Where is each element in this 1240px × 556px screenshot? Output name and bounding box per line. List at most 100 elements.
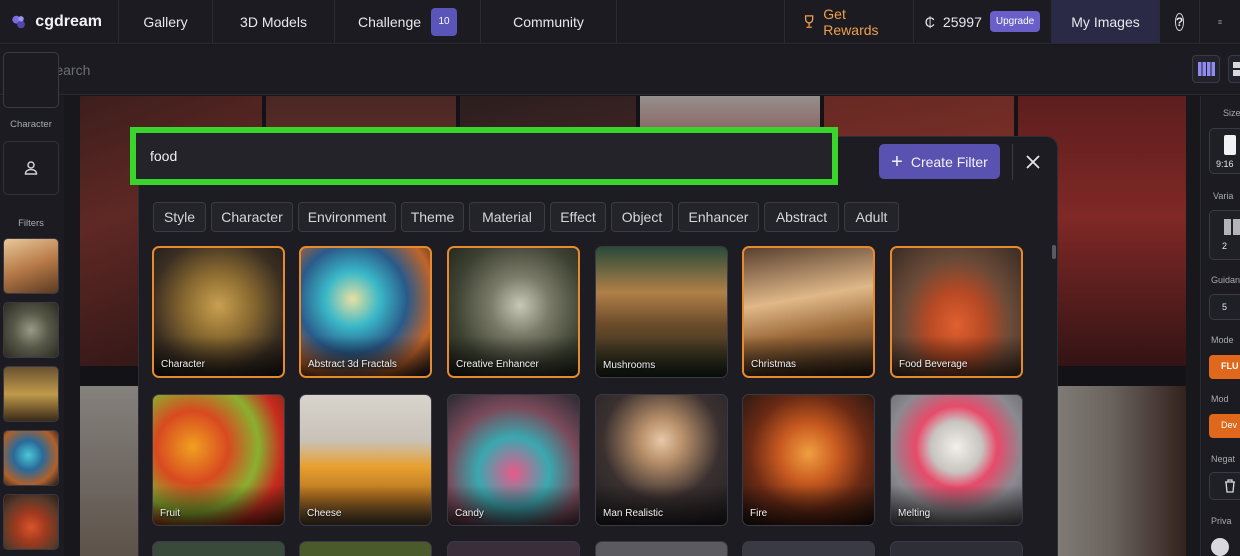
- filter-card-row3[interactable]: [890, 541, 1023, 556]
- filter-card-fire[interactable]: Fire: [742, 394, 875, 526]
- my-images-button[interactable]: My Images: [1052, 0, 1160, 43]
- privacy-toggle[interactable]: [1211, 538, 1229, 556]
- filter-card-row3[interactable]: [299, 541, 432, 556]
- tab-theme[interactable]: Theme: [401, 202, 464, 232]
- menu-button[interactable]: [1200, 0, 1240, 43]
- filter-card-label: Candy: [455, 508, 484, 519]
- filter-card-row3[interactable]: [595, 541, 728, 556]
- filter-card-label: Cheese: [307, 508, 342, 519]
- filter-card-row3[interactable]: [152, 541, 285, 556]
- filter-card-cheese[interactable]: Cheese: [299, 394, 432, 526]
- variations-label: Varia: [1213, 191, 1234, 201]
- card-shade: [744, 336, 873, 376]
- logo[interactable]: cgdream: [0, 0, 119, 43]
- model-selector[interactable]: FLU: [1209, 355, 1240, 379]
- filter-thumb-fractals[interactable]: [3, 430, 59, 486]
- privacy-label: Priva: [1211, 516, 1232, 526]
- filter-card-man-realistic[interactable]: Man Realistic: [595, 394, 728, 526]
- guidance-label: Guidan: [1211, 275, 1240, 285]
- credits-display: ₵ 25997 Upgrade: [914, 0, 1052, 43]
- filter-thumb-christmas[interactable]: [3, 238, 59, 294]
- sidebar-slot[interactable]: [3, 52, 59, 108]
- filter-card-label: Food Beverage: [899, 359, 968, 370]
- tab-effect[interactable]: Effect: [550, 202, 606, 232]
- nav-gallery[interactable]: Gallery: [119, 0, 213, 43]
- filter-card-fruit[interactable]: Fruit: [152, 394, 285, 526]
- tab-character[interactable]: Character: [211, 202, 293, 232]
- size-label: Size: [1223, 108, 1240, 118]
- variations-value: 2: [1222, 241, 1228, 251]
- filter-search-input[interactable]: [150, 133, 800, 179]
- tab-style[interactable]: Style: [153, 202, 206, 232]
- filter-card-food-beverage[interactable]: Food Beverage: [890, 246, 1023, 378]
- upgrade-button[interactable]: Upgrade: [989, 11, 1041, 32]
- variations-grid: [1224, 219, 1240, 235]
- filter-card-label: Abstract 3d Fractals: [308, 359, 397, 370]
- tab-adult[interactable]: Adult: [844, 202, 899, 232]
- filter-card-row3[interactable]: [742, 541, 875, 556]
- nav-community[interactable]: Community: [481, 0, 617, 43]
- guidance-value: 5: [1222, 302, 1228, 312]
- filter-search-box: [130, 127, 838, 185]
- filter-card-character[interactable]: Character: [152, 246, 285, 378]
- help-button[interactable]: ?: [1160, 0, 1200, 43]
- filters-label: Filters: [18, 218, 44, 229]
- list-view-icon: [1233, 62, 1240, 76]
- tab-enhancer[interactable]: Enhancer: [678, 202, 759, 232]
- size-selector[interactable]: 9:16: [1209, 128, 1240, 174]
- grid-view-button[interactable]: [1192, 55, 1220, 83]
- filter-card-label: Fruit: [160, 508, 180, 519]
- close-icon: [1025, 155, 1040, 169]
- filter-card-abstract-3d-fractals[interactable]: Abstract 3d Fractals: [299, 246, 432, 378]
- app-name: cgdream: [35, 12, 102, 30]
- filter-card-christmas[interactable]: Christmas: [742, 246, 875, 378]
- negative-label: Negat: [1211, 454, 1236, 464]
- create-filter-label: Create Filter: [910, 153, 988, 170]
- filter-thumb-character[interactable]: [3, 366, 59, 422]
- search-input[interactable]: [46, 57, 446, 83]
- list-view-button[interactable]: [1228, 55, 1240, 83]
- filter-card-creative-enhancer[interactable]: Creative Enhancer: [447, 246, 580, 378]
- variations-selector[interactable]: 2: [1209, 210, 1240, 260]
- tab-environment[interactable]: Environment: [298, 202, 396, 232]
- filter-card-label: Creative Enhancer: [456, 359, 539, 370]
- filter-card-row3[interactable]: [447, 541, 580, 556]
- filter-card-melting[interactable]: Melting: [890, 394, 1023, 526]
- person-icon: [24, 161, 38, 175]
- category-tabs: Style Character Environment Theme Materi…: [153, 202, 899, 232]
- card-shade: [596, 485, 727, 525]
- get-rewards-label: Get Rewards: [823, 5, 879, 38]
- nav-challenge-label: Challenge: [357, 13, 422, 30]
- filter-thumb-creative-enhancer[interactable]: [3, 302, 59, 358]
- tab-object[interactable]: Object: [611, 202, 673, 232]
- menu-icon: [1218, 19, 1222, 24]
- filter-card-label: Mushrooms: [603, 360, 656, 371]
- card-shade: [301, 336, 430, 376]
- tab-material[interactable]: Material: [469, 202, 545, 232]
- guidance-input[interactable]: 5: [1209, 294, 1240, 320]
- nav-3d-models[interactable]: 3D Models: [213, 0, 335, 43]
- mode-selector[interactable]: Dev: [1209, 414, 1240, 438]
- card-shade: [448, 485, 579, 525]
- size-value: 9:16: [1216, 159, 1234, 169]
- get-rewards-button[interactable]: Get Rewards: [784, 0, 914, 43]
- close-modal-button[interactable]: [1012, 144, 1052, 180]
- modal-scrollbar[interactable]: [1052, 245, 1056, 259]
- card-shade: [449, 336, 578, 376]
- tab-abstract[interactable]: Abstract: [764, 202, 839, 232]
- filter-card-candy[interactable]: Candy: [447, 394, 580, 526]
- character-button[interactable]: [3, 141, 59, 195]
- credits-value: 25997: [942, 13, 982, 30]
- trophy-icon: [804, 14, 814, 28]
- nav-challenge[interactable]: Challenge 10: [335, 0, 481, 43]
- negative-prompt-clear[interactable]: [1209, 472, 1240, 500]
- card-shade: [596, 337, 727, 377]
- filter-thumb-food-beverage[interactable]: [3, 494, 59, 550]
- help-icon: ?: [1174, 12, 1185, 31]
- card-shade: [743, 485, 874, 525]
- filter-card-mushrooms[interactable]: Mushrooms: [595, 246, 728, 378]
- create-filter-button[interactable]: + Create Filter: [879, 144, 1000, 179]
- filter-card-label: Christmas: [751, 359, 797, 370]
- model-label: Mode: [1211, 335, 1234, 345]
